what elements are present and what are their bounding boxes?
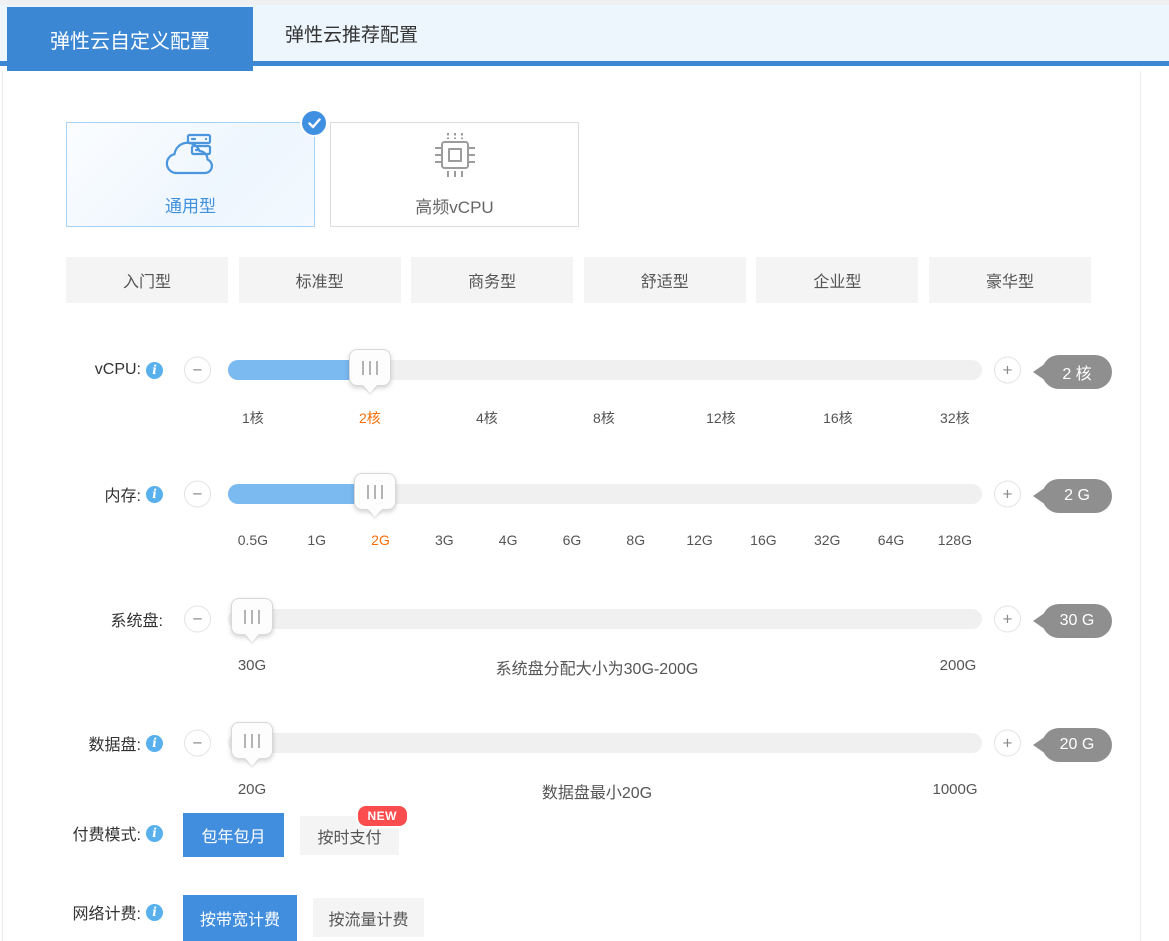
sysdisk-plus-button[interactable]: + [994,605,1021,633]
slider-tick[interactable]: 2G [371,532,390,548]
tier-button-entry[interactable]: 入门型 [66,257,228,303]
tab-bar: 弹性云自定义配置 弹性云推荐配置 [0,5,1169,71]
info-icon[interactable]: i [146,734,163,752]
datadisk-plus-button[interactable]: + [994,729,1021,757]
slider-tick[interactable]: 12G [686,532,712,548]
memory-value-badge: 2 G [1042,479,1112,513]
vcpu-plus-button[interactable]: + [994,356,1021,384]
sysdisk-hint-text: 系统盘分配大小为30G-200G [495,661,699,678]
slider-tick[interactable]: 8核 [593,408,615,428]
datadisk-value-badge: 20 G [1042,728,1112,762]
info-icon[interactable]: i [146,361,163,379]
payment-option-prepaid[interactable]: 包年包月 [183,813,284,857]
slider-tick[interactable]: 3G [435,532,454,548]
memory-slider-thumb[interactable] [354,473,397,510]
check-icon [302,111,326,135]
slider-tick[interactable]: 1核 [242,408,264,428]
slider-tick[interactable]: 12核 [706,408,736,428]
datadisk-slider-thumb[interactable] [231,722,274,759]
info-icon[interactable]: i [146,903,163,921]
sysdisk-min-label: 30G [237,657,267,674]
card-high-freq-vcpu[interactable]: 高频vCPU [330,122,579,227]
datadisk-min-label: 20G [237,781,267,798]
network-billing-label: 网络计费: i [0,900,163,924]
slider-tick[interactable]: 0.5G [238,532,268,548]
slider-tick[interactable]: 2核 [359,408,381,428]
sysdisk-label-text: 系统盘: [110,613,163,630]
slider-tick[interactable]: 64G [878,532,904,548]
tier-button-comfort[interactable]: 舒适型 [583,257,746,303]
tier-button-luxury[interactable]: 豪华型 [928,257,1091,303]
slider-tick[interactable]: 6G [563,532,582,548]
datadisk-hint-text: 数据盘最小20G [541,785,653,802]
vcpu-slider-track[interactable] [228,349,982,386]
datadisk-max-label: 1000G [932,781,978,798]
network-option-bandwidth[interactable]: 按带宽计费 [183,895,297,941]
network-billing-label-text: 网络计费: [72,906,141,923]
vcpu-label-text: vCPU: [94,361,141,378]
memory-label-text: 内存: [104,488,141,505]
memory-label: 内存: i [0,482,163,506]
memory-slider-fill [228,484,376,504]
slider-tick[interactable]: 32核 [940,408,970,428]
sysdisk-slider-thumb[interactable] [231,598,274,635]
cpu-chip-icon [429,132,481,185]
payment-option-hourly-label: 按时支付 [317,829,382,847]
memory-tick-labels: 0.5G 1G 2G 3G 4G 6G 8G 12G 16G 32G 64G 128G [228,532,982,552]
info-icon[interactable]: i [146,824,163,842]
sysdisk-slider-track[interactable] [228,598,982,635]
sysdisk-label: 系统盘: [0,607,163,631]
slider-tick[interactable]: 4G [499,532,518,548]
memory-minus-button[interactable]: − [184,480,211,508]
vcpu-value-badge: 2 核 [1042,355,1112,389]
memory-plus-button[interactable]: + [994,480,1021,508]
content-left-border [2,71,3,941]
vcpu-minus-button[interactable]: − [184,356,211,384]
datadisk-label: 数据盘: i [0,731,163,755]
payment-option-hourly[interactable]: 按时支付 NEW [300,804,409,855]
slider-tick[interactable]: 32G [814,532,840,548]
slider-tick[interactable]: 16核 [823,408,853,428]
slider-tick[interactable]: 1G [307,532,326,548]
tab-recommended-config[interactable]: 弹性云推荐配置 [285,5,418,66]
slider-tick[interactable]: 8G [626,532,645,548]
sysdisk-minus-button[interactable]: − [184,605,211,633]
info-icon[interactable]: i [146,485,163,503]
slider-tick[interactable]: 16G [750,532,776,548]
vcpu-label: vCPU: i [0,361,163,379]
datadisk-label-text: 数据盘: [88,737,141,754]
card-label: 高频vCPU [415,197,494,217]
slider-tick[interactable]: 128G [938,532,972,548]
payment-mode-label: 付费模式: i [0,821,163,845]
tier-button-standard[interactable]: 标准型 [238,257,401,303]
network-option-traffic[interactable]: 按流量计费 [313,898,424,937]
cloud-server-icon [163,133,219,184]
datadisk-slider-track[interactable] [228,722,982,759]
memory-slider-track[interactable] [228,473,982,510]
tier-button-enterprise[interactable]: 企业型 [756,257,919,303]
vcpu-slider-thumb[interactable] [348,349,391,386]
elastic-cloud-config-page: 弹性云自定义配置 弹性云推荐配置 通用型 高频vCPU 入门型 标准型 商务型 … [0,0,1169,941]
new-badge: NEW [355,804,409,828]
slider-tick[interactable]: 4核 [476,408,498,428]
datadisk-minus-button[interactable]: − [184,729,211,757]
content-right-border [1140,71,1141,941]
tier-button-row: 入门型 标准型 商务型 舒适型 企业型 豪华型 [66,257,1091,303]
tab-custom-config[interactable]: 弹性云自定义配置 [7,7,253,71]
card-label: 通用型 [165,196,216,216]
vcpu-tick-labels: 1核 2核 4核 8核 12核 16核 32核 [228,408,982,428]
sysdisk-max-label: 200G [939,657,977,674]
payment-mode-label-text: 付费模式: [72,827,141,844]
card-general-type[interactable]: 通用型 [66,111,326,227]
tier-button-business[interactable]: 商务型 [411,257,574,303]
sysdisk-value-badge: 30 G [1042,604,1112,638]
